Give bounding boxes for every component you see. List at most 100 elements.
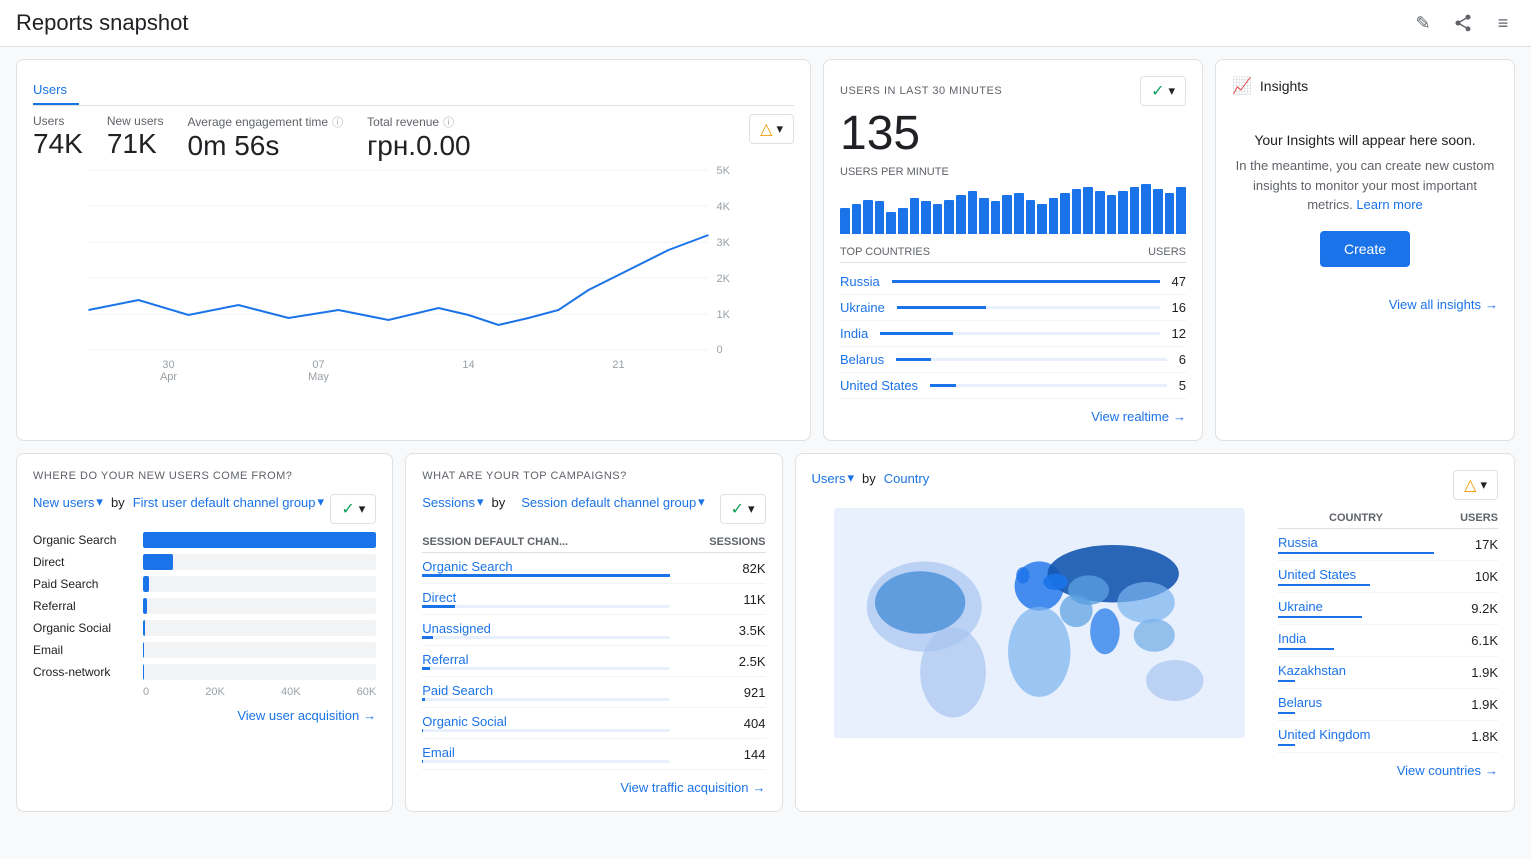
- camp-bar-wrap: [422, 698, 670, 701]
- acquisition-filter-group[interactable]: First user default channel group ▾: [133, 494, 324, 510]
- view-user-acquisition-link[interactable]: View user acquisition →: [33, 708, 376, 723]
- hbar-fill: [143, 642, 144, 658]
- view-realtime-link[interactable]: View realtime →: [840, 409, 1186, 424]
- countries-header: TOP COUNTRIES USERS: [840, 246, 1186, 263]
- acquisition-filter: New users ▾ by First user default channe…: [33, 494, 324, 510]
- map-country-bar: [1278, 648, 1334, 650]
- table-row: Organic Search 82K: [422, 553, 765, 584]
- mini-bar-item: [898, 208, 908, 234]
- map-country-name[interactable]: India: [1278, 631, 1306, 646]
- svg-text:0: 0: [717, 344, 723, 356]
- view-traffic-acquisition-link[interactable]: View traffic acquisition →: [422, 780, 765, 795]
- camp-name[interactable]: Email: [422, 745, 455, 760]
- camp-name[interactable]: Organic Social: [422, 714, 507, 729]
- mini-bar-item: [1014, 193, 1024, 234]
- customize-icon[interactable]: ≡: [1491, 11, 1515, 35]
- country-col-users: USERS: [1434, 508, 1498, 529]
- metric-new-users: New users 71K: [107, 114, 164, 160]
- country-name[interactable]: Belarus: [840, 352, 884, 367]
- hbar-row: Organic Search: [143, 532, 376, 548]
- map-country-name[interactable]: Belarus: [1278, 695, 1322, 710]
- hbar-x-axis: 0 20K 40K 60K: [33, 686, 376, 698]
- acquisition-filter-metric[interactable]: New users ▾: [33, 494, 103, 510]
- mini-bar-item: [1049, 198, 1059, 234]
- campaigns-compare-btn[interactable]: ✓ ▾: [720, 494, 766, 524]
- camp-check-icon: ✓: [731, 499, 744, 519]
- tab-users[interactable]: Users: [33, 76, 79, 105]
- mini-bar-item: [991, 201, 1001, 234]
- country-name[interactable]: United States: [840, 378, 918, 393]
- country-name[interactable]: Russia: [840, 274, 880, 289]
- map-filter-group[interactable]: Country: [884, 471, 930, 486]
- svg-text:Apr: Apr: [160, 371, 177, 383]
- top-row: Users Users 74K New users 71K Average en…: [16, 59, 1515, 441]
- acquisition-compare-btn[interactable]: ✓ ▾: [330, 494, 376, 524]
- create-insights-button[interactable]: Create: [1320, 231, 1410, 267]
- page-header: Reports snapshot ✎ ≡: [0, 0, 1531, 47]
- mini-bar-item: [1083, 187, 1093, 234]
- mini-bar-item: [944, 200, 954, 234]
- view-countries-link[interactable]: View countries →: [812, 763, 1499, 778]
- mini-bar-item: [933, 204, 943, 234]
- camp-col-channel: SESSION DEFAULT CHAN...: [422, 532, 670, 553]
- table-row: Unassigned 3.5K: [422, 615, 765, 646]
- campaigns-card: WHAT ARE YOUR TOP CAMPAIGNS? Sessions ▾ …: [405, 453, 782, 812]
- mini-bar-item: [1153, 189, 1163, 234]
- camp-bar-fill: [422, 729, 423, 732]
- map-country-name[interactable]: United Kingdom: [1278, 727, 1371, 742]
- campaigns-filter-metric[interactable]: Sessions ▾: [422, 494, 483, 510]
- hbar-label: Organic Search: [33, 533, 116, 547]
- hbar-track: [143, 598, 376, 614]
- camp-name[interactable]: Paid Search: [422, 683, 493, 698]
- hbar-fill: [143, 598, 147, 614]
- mini-bar-item: [956, 195, 966, 234]
- map-filter-metric[interactable]: Users ▾: [812, 470, 854, 486]
- users-label: USERS: [1148, 246, 1186, 258]
- country-name[interactable]: Ukraine: [840, 300, 885, 315]
- mini-bar-item: [1060, 193, 1070, 234]
- compare-button[interactable]: △ ▾: [749, 114, 794, 144]
- camp-bar-fill: [422, 698, 425, 701]
- hbar-track: [143, 664, 376, 680]
- realtime-selector-btn[interactable]: ✓ ▾: [1140, 76, 1186, 106]
- camp-bar-wrap: [422, 667, 670, 670]
- hbar-row: Referral: [143, 598, 376, 614]
- camp-bar-wrap: [422, 605, 670, 608]
- map-country-value: 10K: [1434, 561, 1498, 593]
- map-country-name[interactable]: United States: [1278, 567, 1356, 582]
- edit-icon[interactable]: ✎: [1411, 11, 1435, 35]
- warning-selector: △ ▾: [749, 114, 794, 144]
- revenue-info-icon[interactable]: ⓘ: [443, 114, 454, 130]
- map-country-name[interactable]: Russia: [1278, 535, 1318, 550]
- list-item: Ukraine 9.2K: [1278, 593, 1498, 625]
- learn-more-link[interactable]: Learn more: [1356, 197, 1422, 212]
- camp-name[interactable]: Direct: [422, 590, 456, 605]
- realtime-selector-arrow: ▾: [1168, 83, 1175, 99]
- acquisition-filter-by: by: [111, 495, 125, 510]
- svg-text:21: 21: [612, 359, 624, 371]
- camp-name[interactable]: Referral: [422, 652, 468, 667]
- svg-text:2K: 2K: [717, 273, 731, 285]
- map-country-name[interactable]: Kazakhstan: [1278, 663, 1346, 678]
- view-all-insights-link[interactable]: View all insights →: [1232, 297, 1498, 312]
- hbar-label: Organic Social: [33, 621, 111, 635]
- hbar-row: Email: [143, 642, 376, 658]
- line-chart-svg: 5K 4K 3K 2K 1K 0 30 Apr 07 May 14 21: [33, 170, 794, 350]
- camp-bar-fill: [422, 605, 455, 608]
- campaigns-filter-group[interactable]: Session default channel group ▾: [521, 494, 704, 510]
- campaigns-filter-by: by: [492, 495, 506, 510]
- camp-bar-wrap: [422, 574, 670, 577]
- country-bar-wrap: [892, 280, 1160, 283]
- camp-sessions: 82K: [670, 553, 766, 584]
- share-icon[interactable]: [1451, 11, 1475, 35]
- map-country-name[interactable]: Ukraine: [1278, 599, 1323, 614]
- camp-name[interactable]: Organic Search: [422, 559, 512, 574]
- country-name[interactable]: India: [840, 326, 868, 341]
- realtime-countries: Russia 47 Ukraine 16 India 12 Belarus 6: [840, 269, 1186, 399]
- camp-name[interactable]: Unassigned: [422, 621, 491, 636]
- map-compare-btn[interactable]: △ ▾: [1453, 470, 1498, 500]
- map-selector-arrow: ▾: [1480, 477, 1487, 493]
- engagement-info-icon[interactable]: ⓘ: [332, 114, 343, 130]
- bottom-row: WHERE DO YOUR NEW USERS COME FROM? New u…: [16, 453, 1515, 812]
- insights-header: 📈 Insights: [1232, 76, 1498, 96]
